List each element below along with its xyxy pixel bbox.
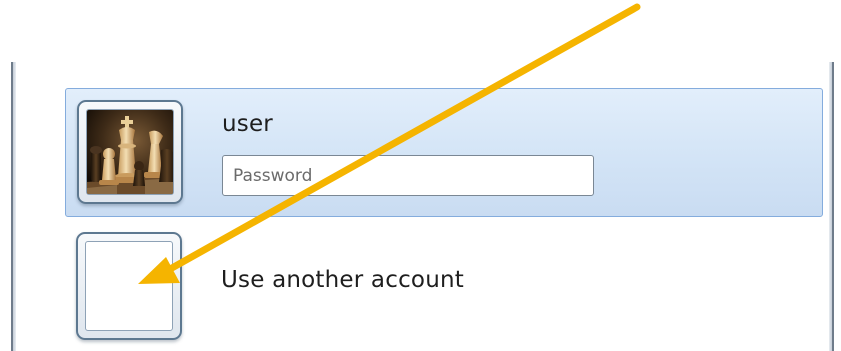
blank-avatar-icon: [85, 241, 173, 331]
window-frame-right-edge: [829, 62, 834, 351]
use-another-account-tile[interactable]: Use another account: [65, 226, 823, 351]
window-frame-left-edge: [11, 62, 16, 351]
password-input[interactable]: [222, 155, 594, 196]
use-another-account-label: Use another account: [221, 267, 464, 293]
user-avatar[interactable]: [77, 100, 183, 204]
chess-pieces-avatar-icon: [86, 109, 174, 195]
account-tile-user[interactable]: user: [65, 88, 823, 217]
account-username: user: [222, 111, 273, 137]
login-screen: user Use another account: [0, 0, 841, 351]
other-account-avatar[interactable]: [76, 232, 182, 340]
